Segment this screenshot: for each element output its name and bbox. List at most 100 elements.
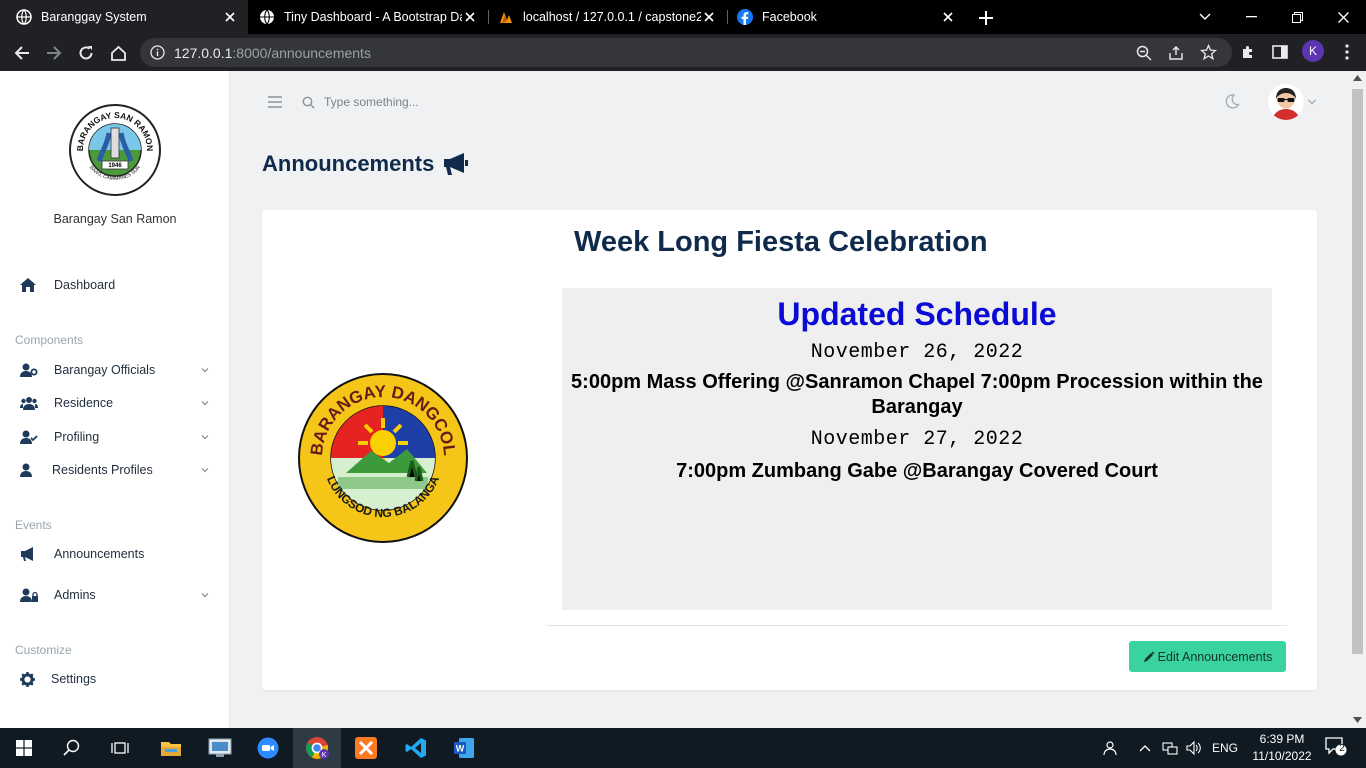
xampp-icon[interactable] xyxy=(342,728,390,768)
close-tab-icon[interactable] xyxy=(940,9,956,25)
page-scrollbar[interactable] xyxy=(1349,71,1366,728)
tab-search-icon[interactable] xyxy=(1182,0,1228,34)
tab-baranggay-system[interactable]: Baranggay System xyxy=(0,0,248,34)
share-icon[interactable] xyxy=(1168,45,1184,61)
announcement-body: Updated Schedule November 26, 2022 5:00p… xyxy=(562,288,1272,610)
address-bar[interactable]: 127.0.0.1:8000/announcements xyxy=(140,38,1232,67)
close-tab-icon[interactable] xyxy=(462,9,478,25)
user-lock-icon xyxy=(20,587,40,603)
announcement-title: Week Long Fiesta Celebration xyxy=(574,226,988,258)
announcement-event: 7:00pm Zumbang Gabe @Barangay Covered Co… xyxy=(676,460,1158,482)
search-icon[interactable] xyxy=(48,728,96,768)
chevron-up-icon[interactable] xyxy=(1139,740,1151,756)
sidebar-item-label: Admins xyxy=(54,588,96,602)
home-icon xyxy=(20,277,40,293)
sidebar-item-label: Barangay Officials xyxy=(54,363,156,377)
announcement-date: November 26, 2022 xyxy=(810,341,1024,364)
notifications-icon[interactable]: 2 xyxy=(1325,737,1347,756)
back-icon[interactable] xyxy=(10,41,34,65)
system-clock[interactable]: 6:39 PM 11/10/2022 xyxy=(1244,731,1320,765)
chevron-down-icon[interactable] xyxy=(1307,98,1317,106)
sidebar-item-settings[interactable]: Settings xyxy=(20,668,210,690)
user-icon xyxy=(20,462,38,478)
scroll-up-arrow-icon[interactable] xyxy=(1353,75,1362,81)
word-icon[interactable]: W xyxy=(440,728,488,768)
people-icon[interactable] xyxy=(1103,740,1119,756)
reload-icon[interactable] xyxy=(74,41,98,65)
tab-phpmyadmin[interactable]: localhost / 127.0.0.1 / capstone2 xyxy=(489,0,727,34)
seal-year: 1946 xyxy=(108,163,122,169)
url-path: :8000/announcements xyxy=(232,45,371,61)
new-tab-icon[interactable] xyxy=(976,8,996,28)
pencil-icon xyxy=(1143,650,1155,662)
side-panel-icon[interactable] xyxy=(1269,41,1291,63)
svg-text:W: W xyxy=(456,744,465,754)
sidebar-item-dashboard[interactable]: Dashboard xyxy=(20,274,210,296)
chevron-down-icon xyxy=(201,593,209,598)
announcement-heading: Updated Schedule xyxy=(777,296,1057,332)
bookmark-star-icon[interactable] xyxy=(1200,44,1217,61)
sidebar-item-residents-profiles[interactable]: Residents Profiles xyxy=(20,459,210,481)
scroll-thumb[interactable] xyxy=(1352,89,1363,654)
notification-count: 2 xyxy=(1339,743,1345,754)
barangay-san-ramon-seal: 1946 BARANGAY SAN RAMON BAAO, CAMARINES … xyxy=(69,104,161,196)
restore-icon[interactable] xyxy=(1274,0,1320,34)
tab-tiny-dashboard[interactable]: Tiny Dashboard - A Bootstrap Da xyxy=(248,0,488,34)
search-input[interactable] xyxy=(320,92,520,112)
user-avatar[interactable] xyxy=(1268,84,1304,120)
search-icon xyxy=(302,96,315,109)
tab-title: Facebook xyxy=(762,10,817,24)
vscode-icon[interactable] xyxy=(392,728,440,768)
edit-announcements-label: Edit Announcements xyxy=(1157,649,1273,664)
start-button[interactable] xyxy=(0,728,48,768)
clock-time: 6:39 PM xyxy=(1259,732,1305,746)
chrome-icon[interactable]: K xyxy=(293,728,341,768)
announcement-event: 5:00pm Mass Offering @Sanramon Chapel 7:… xyxy=(571,371,1263,418)
chevron-down-icon xyxy=(201,435,209,440)
edit-announcements-button[interactable]: Edit Announcements xyxy=(1129,641,1286,672)
gear-icon xyxy=(20,671,40,687)
dark-mode-moon-icon[interactable] xyxy=(1224,93,1240,109)
sidebar-item-profiling[interactable]: Profiling xyxy=(20,426,210,448)
sidebar: 1946 BARANGAY SAN RAMON BAAO, CAMARINES … xyxy=(0,71,230,728)
task-view-icon[interactable] xyxy=(96,728,144,768)
network-icon[interactable] xyxy=(1162,740,1178,756)
volume-icon[interactable] xyxy=(1186,740,1202,756)
kebab-menu-icon[interactable] xyxy=(1336,41,1358,63)
sidebar-item-label: Settings xyxy=(51,672,97,686)
file-explorer-icon[interactable] xyxy=(147,728,195,768)
sidebar-item-barangay-officials[interactable]: Barangay Officials xyxy=(20,359,210,381)
menu-toggle-icon[interactable] xyxy=(266,95,284,109)
tab-title: localhost / 127.0.0.1 / capstone2 xyxy=(523,10,701,24)
extensions-icon[interactable] xyxy=(1237,41,1259,63)
close-window-icon[interactable] xyxy=(1320,0,1366,34)
url-host: 127.0.0.1 xyxy=(174,45,233,61)
users-icon xyxy=(20,395,40,411)
tab-facebook[interactable]: Facebook xyxy=(728,0,966,34)
browser-toolbar: 127.0.0.1:8000/announcements K xyxy=(0,34,1366,71)
sidebar-item-admins[interactable]: Admins xyxy=(20,584,210,606)
forward-icon[interactable] xyxy=(42,41,66,65)
scroll-down-arrow-icon[interactable] xyxy=(1353,717,1362,723)
windows-taskbar: K W ENG 6:39 PM 11/10/2022 2 xyxy=(0,728,1366,768)
tab-title: Baranggay System xyxy=(41,10,147,24)
site-info-icon[interactable] xyxy=(150,45,165,60)
sidebar-item-residence[interactable]: Residence xyxy=(20,392,210,414)
minimize-icon[interactable] xyxy=(1228,0,1274,34)
barangay-dangcol-seal: BARANGAY DANGCOL LUNGSOD NG BALANGA xyxy=(298,373,468,543)
close-tab-icon[interactable] xyxy=(222,9,238,25)
control-panel-icon[interactable] xyxy=(196,728,244,768)
profile-avatar[interactable]: K xyxy=(1302,40,1324,62)
bullhorn-icon xyxy=(444,153,469,175)
megaphone-icon xyxy=(20,546,40,562)
chevron-down-icon xyxy=(201,468,209,473)
tab-title: Tiny Dashboard - A Bootstrap Da xyxy=(284,10,462,24)
page-title: Announcements xyxy=(262,151,469,177)
language-indicator[interactable]: ENG xyxy=(1212,740,1238,756)
sidebar-item-announcements[interactable]: Announcements xyxy=(20,543,210,565)
close-tab-icon[interactable] xyxy=(701,9,717,25)
brand-name: Barangay San Ramon xyxy=(53,212,177,226)
zoom-icon[interactable] xyxy=(1136,45,1152,61)
home-icon[interactable] xyxy=(106,41,130,65)
zoom-app-icon[interactable] xyxy=(244,728,292,768)
